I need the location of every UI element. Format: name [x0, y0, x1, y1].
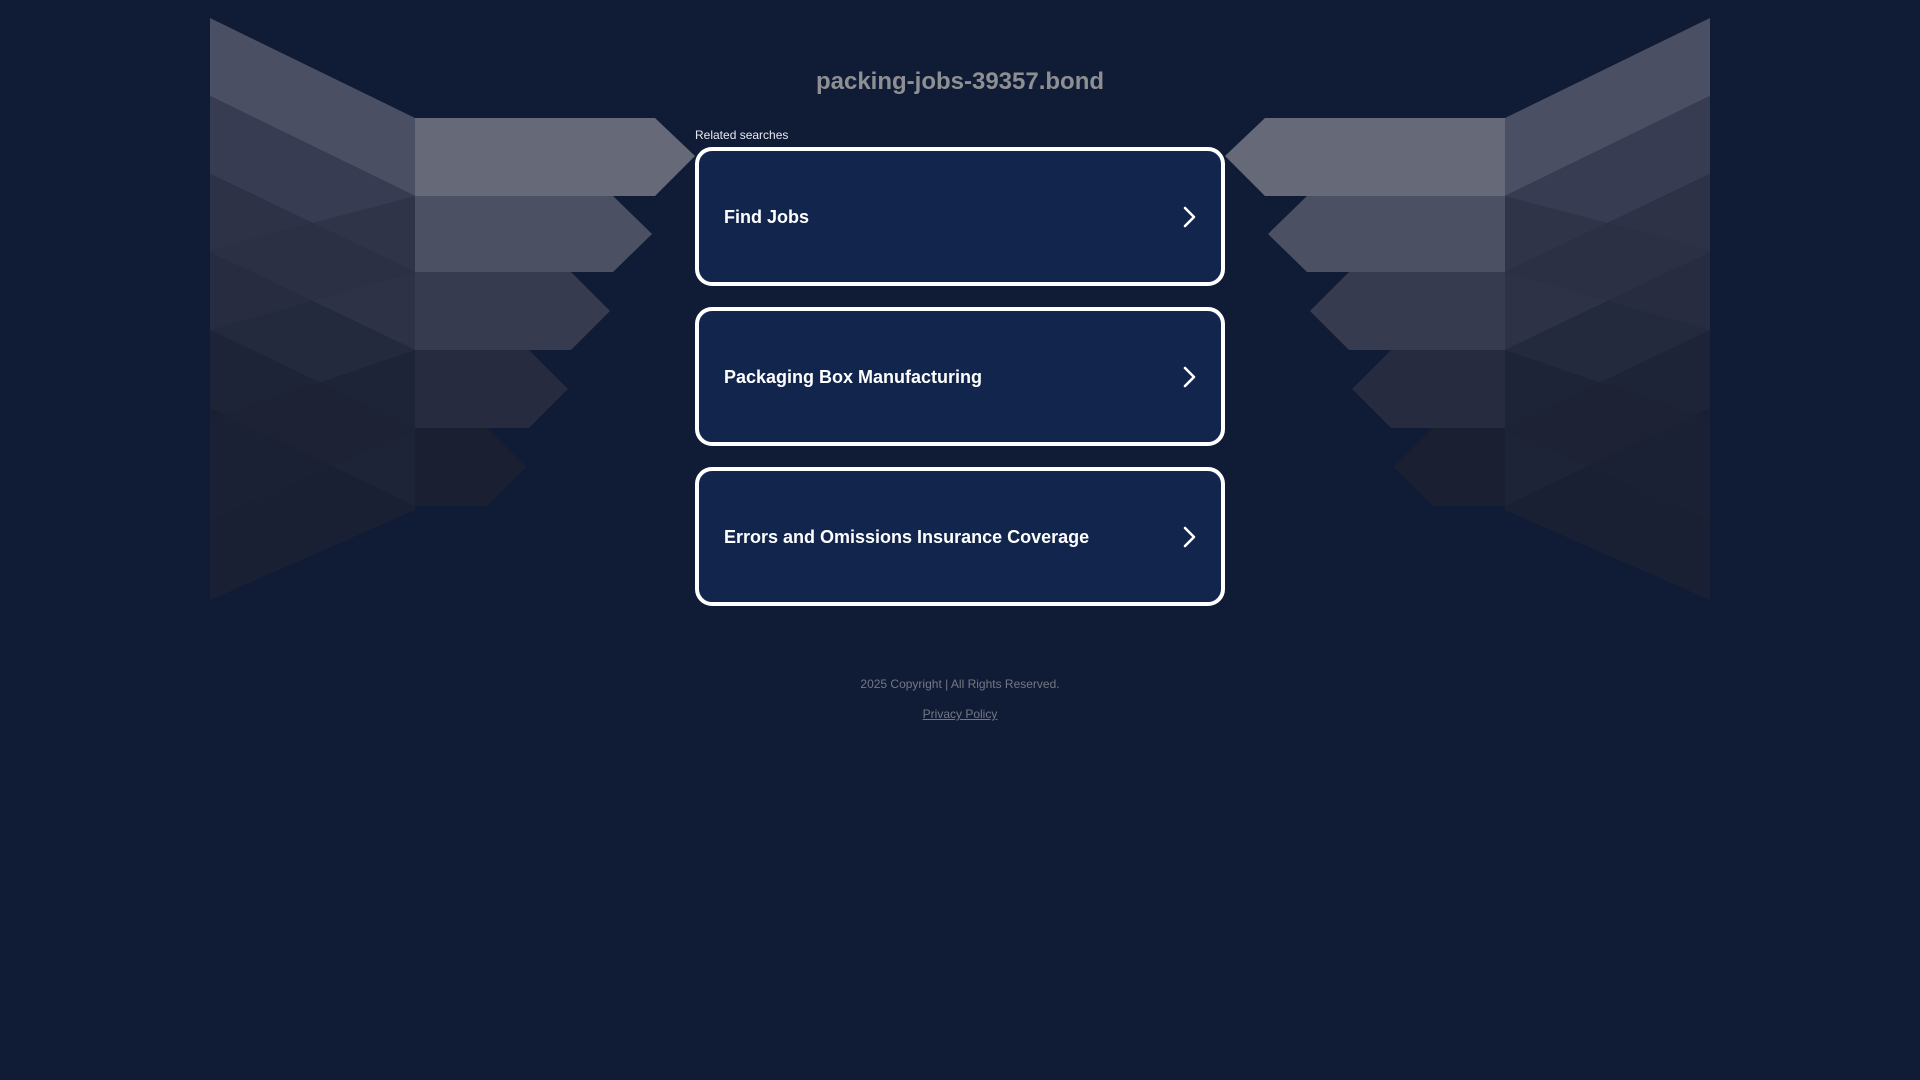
parked-domain-page: packing-jobs-39357.bond Related searches… — [0, 0, 1920, 1080]
left-block-5 — [415, 428, 526, 506]
right-ribbon-3 — [1505, 174, 1710, 350]
left-block-3 — [415, 272, 610, 350]
search-item-packaging-box-manufacturing[interactable]: Packaging Box Manufacturing — [695, 307, 1225, 446]
privacy-policy-link[interactable]: Privacy Policy — [923, 706, 998, 722]
related-searches-list: Find Jobs Packaging Box Manufacturing Er… — [695, 147, 1225, 627]
left-block-2 — [415, 196, 652, 272]
left-ribbon-7 — [210, 196, 415, 330]
right-ribbon-4 — [1505, 252, 1710, 428]
search-item-label: Packaging Box Manufacturing — [724, 366, 983, 387]
right-block-5 — [1394, 428, 1505, 506]
search-item-label: Find Jobs — [724, 206, 809, 227]
chevron-right-icon — [1183, 366, 1196, 387]
right-block-3 — [1310, 272, 1505, 350]
right-ribbon-2 — [1505, 96, 1710, 272]
left-block-4 — [415, 350, 568, 428]
search-item-find-jobs[interactable]: Find Jobs — [695, 147, 1225, 286]
footer: 2025 Copyright | All Rights Reserved. Pr… — [0, 676, 1920, 722]
left-ribbon-8 — [210, 350, 415, 520]
left-ribbon-2 — [210, 96, 415, 272]
right-block-1 — [1225, 118, 1505, 196]
domain-title: packing-jobs-39357.bond — [815, 68, 1105, 95]
copyright-text: 2025 Copyright | All Rights Reserved. — [860, 677, 1060, 691]
chevron-right-icon — [1183, 206, 1196, 227]
right-ribbon-5 — [1505, 330, 1710, 506]
right-ribbon-6 — [1505, 408, 1710, 600]
right-ribbon-7 — [1505, 196, 1710, 330]
search-item-errors-omissions-insurance[interactable]: Errors and Omissions Insurance Coverage — [695, 467, 1225, 606]
left-ribbon-5 — [210, 330, 415, 506]
right-block-2 — [1268, 196, 1505, 272]
right-block-4 — [1352, 350, 1505, 428]
related-searches-label: Related searches — [695, 128, 789, 142]
chevron-right-icon — [1183, 526, 1196, 547]
left-ribbon-4 — [210, 252, 415, 428]
right-ribbon-1 — [1505, 18, 1710, 196]
left-ribbon-6 — [210, 408, 415, 600]
search-item-label: Errors and Omissions Insurance Coverage — [724, 526, 1090, 547]
left-ribbon-3 — [210, 174, 415, 350]
right-ribbon-8 — [1505, 350, 1710, 520]
left-block-1 — [415, 118, 695, 196]
left-ribbon-1 — [210, 18, 415, 196]
